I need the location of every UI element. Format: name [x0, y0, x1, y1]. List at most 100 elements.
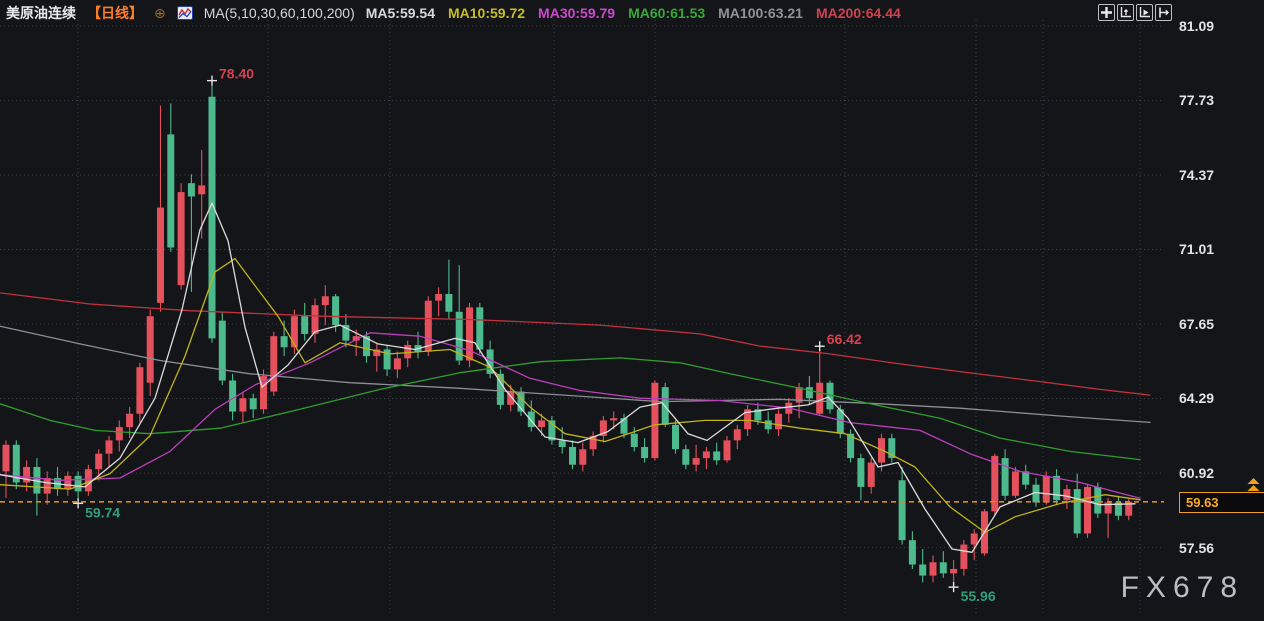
candle-body — [1084, 486, 1091, 534]
candle-body — [466, 307, 473, 361]
candle-body — [651, 382, 659, 459]
candle-body — [805, 387, 813, 399]
candle-body — [157, 207, 164, 303]
candle-body — [435, 294, 443, 301]
price-annotation: 59.74 — [85, 504, 120, 520]
ma-value-5: MA200:64.44 — [815, 5, 901, 21]
candle-body — [393, 358, 401, 370]
price-annotation: 78.40 — [219, 66, 254, 82]
candle-body — [229, 380, 237, 412]
candle-body — [816, 382, 824, 414]
candle-body — [867, 462, 875, 487]
candle-body — [218, 320, 226, 381]
candle-body — [136, 367, 144, 414]
period-selector[interactable]: 【日线】 — [87, 3, 143, 23]
candle-body — [960, 544, 968, 569]
candle-body — [1063, 489, 1071, 501]
mini-chart-icon[interactable] — [176, 6, 193, 20]
axis-tick-label: 57.56 — [1179, 539, 1215, 556]
candle-body — [723, 440, 731, 461]
watermark: FX678 — [1120, 571, 1244, 604]
symbol-name: 美原油连续 — [6, 5, 76, 21]
candle-body — [702, 451, 710, 459]
scale-x-axis-icon — [1139, 7, 1150, 18]
candle-body — [249, 398, 257, 410]
candle-body — [775, 413, 782, 430]
ma-value-4: MA100:63.21 — [718, 5, 803, 21]
candle-body — [682, 449, 690, 465]
ma-line-MA5 — [0, 202, 1136, 553]
candle-body — [126, 413, 134, 428]
candle-body — [1011, 471, 1019, 496]
candle-body — [991, 455, 999, 512]
candle-body — [919, 564, 927, 576]
candle-body — [950, 568, 958, 574]
price-annotation: 55.96 — [961, 588, 996, 604]
candlestick-chart[interactable]: 78.40 66.42 59.74 55.96 — [0, 0, 1264, 621]
candle-body — [538, 420, 546, 428]
price-alert-arrow-icon[interactable] — [1247, 477, 1260, 497]
candle-body — [2, 444, 10, 472]
candle-body — [445, 294, 453, 312]
candle-body — [908, 540, 916, 565]
candle-body — [332, 296, 340, 326]
candle-body — [270, 336, 278, 392]
axis-tick-label: 71.01 — [1179, 241, 1215, 258]
axis-tick-label: 77.73 — [1179, 92, 1215, 109]
candle-body — [569, 447, 576, 465]
trading-chart-window: 78.40 66.42 59.74 55.96 美原油连续 【日线】 ⊕ MA(5,1… — [0, 0, 1264, 621]
candle-body — [105, 440, 113, 454]
axis-tick-label: 74.37 — [1179, 166, 1215, 183]
axis-tick-label: 67.65 — [1179, 315, 1215, 332]
crosshair-icon — [1101, 7, 1112, 18]
candle-body — [733, 429, 741, 441]
ma-caption: MA(5,10,30,60,100,200) — [203, 5, 355, 21]
candle-body — [84, 469, 92, 492]
candle-body — [1042, 475, 1050, 503]
candle-body — [939, 562, 947, 574]
candle-body — [1094, 486, 1102, 514]
candle-body — [74, 475, 82, 492]
ma-legend: MA5:59.54 MA10:59.72 MA30:59.79 MA60:61.53 M… — [366, 5, 901, 21]
candles-layer — [2, 85, 1133, 584]
go-to-latest-button[interactable] — [1155, 4, 1172, 21]
candle-body — [167, 134, 175, 248]
candle-body — [321, 296, 329, 306]
candle-body — [641, 447, 649, 459]
ma-value-1: MA10:59.72 — [448, 5, 526, 21]
candle-body — [558, 440, 566, 448]
candle-body — [187, 183, 195, 197]
chart-header: 美原油连续 【日线】 ⊕ MA(5,10,30,60,100,200) MA5:… — [6, 3, 901, 23]
scale-x-axis-button[interactable] — [1136, 4, 1153, 21]
chart-toolbar — [1098, 4, 1172, 21]
candle-body — [672, 424, 679, 450]
last-price-value: 59.63 — [1186, 494, 1219, 510]
candle-body — [146, 316, 154, 383]
scale-y-axis-button[interactable] — [1117, 4, 1134, 21]
ma-value-3: MA60:61.53 — [628, 5, 706, 21]
candle-body — [1073, 489, 1081, 534]
add-indicator-icon[interactable]: ⊕ — [154, 6, 166, 20]
candle-body — [290, 316, 298, 348]
scale-y-axis-icon — [1120, 7, 1131, 18]
candle-body — [198, 185, 206, 195]
candle-body — [95, 453, 103, 470]
candle-body — [713, 451, 721, 461]
candle-body — [43, 478, 51, 494]
axis-tick-label: 60.92 — [1179, 465, 1215, 482]
ma-value-2: MA30:59.79 — [538, 5, 616, 21]
candle-body — [857, 458, 865, 487]
candle-body — [1053, 475, 1061, 501]
candle-body — [579, 449, 587, 465]
candle-body — [610, 418, 618, 421]
candle-body — [630, 433, 638, 448]
go-to-latest-icon — [1159, 7, 1169, 18]
candle-body — [301, 316, 309, 334]
candle-body — [115, 427, 123, 441]
candle-body — [1001, 458, 1009, 496]
crosshair-button[interactable] — [1098, 4, 1115, 21]
price-annotation: 66.42 — [827, 331, 862, 347]
candle-body — [280, 336, 288, 348]
candle-body — [692, 458, 700, 465]
candle-body — [404, 345, 412, 359]
